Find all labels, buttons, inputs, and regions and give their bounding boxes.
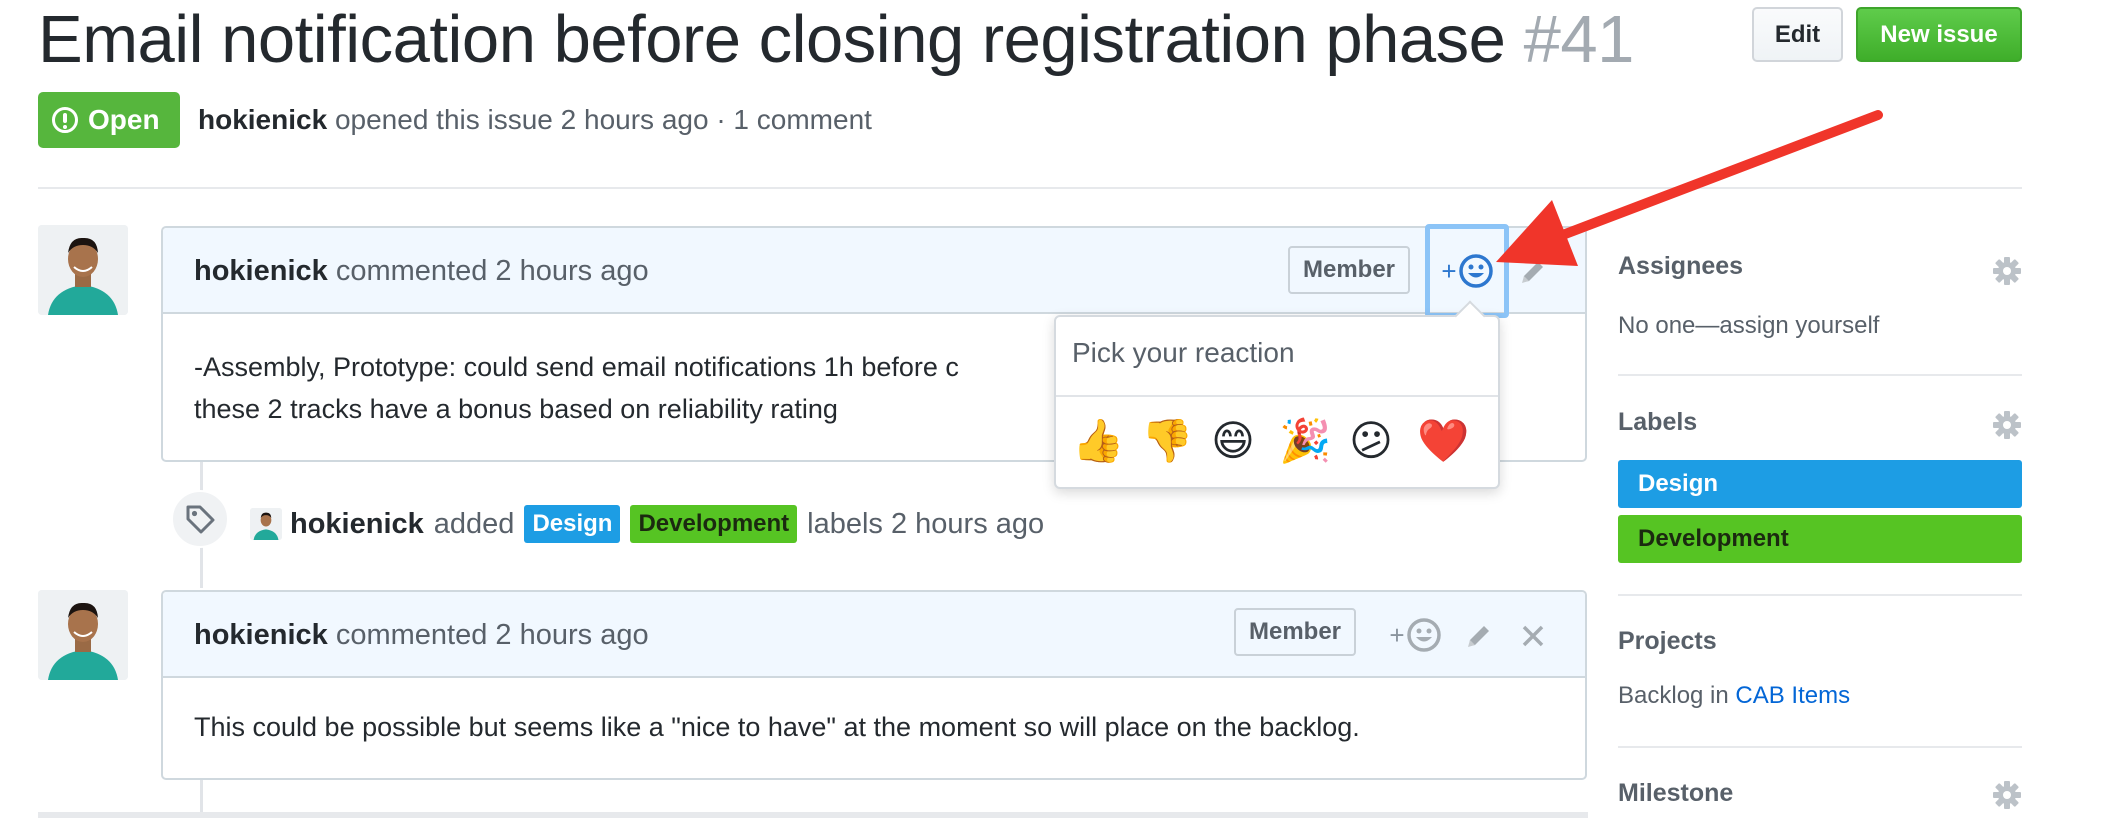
comment-author-link[interactable]: hokienick xyxy=(194,255,328,287)
comment-time[interactable]: commented 2 hours ago xyxy=(336,255,649,287)
new-issue-button[interactable]: New issue xyxy=(1856,7,2022,62)
projects-value: Backlog in CAB Items xyxy=(1618,682,1850,710)
popover-divider xyxy=(1056,395,1498,397)
assignees-heading[interactable]: Assignees xyxy=(1618,252,1743,281)
confused-reaction[interactable]: 😕 xyxy=(1348,413,1394,469)
sidebar-divider xyxy=(1618,594,2022,596)
sidebar-divider xyxy=(1618,374,2022,376)
labels-heading[interactable]: Labels xyxy=(1618,408,1697,437)
issue-title-text: Email notification before closing regist… xyxy=(38,2,1506,77)
comment-author-link[interactable]: hokienick xyxy=(194,619,328,651)
issue-number: #41 xyxy=(1523,2,1635,77)
smiley-icon xyxy=(1406,618,1441,652)
edit-button[interactable]: Edit xyxy=(1752,7,1843,62)
project-link[interactable]: CAB Items xyxy=(1735,682,1850,709)
hooray-reaction[interactable]: 🎉 xyxy=(1279,413,1331,469)
comment-author: hokienick commented 2 hours ago xyxy=(194,252,649,290)
sidebar-divider xyxy=(1618,746,2022,748)
comment-header: hokienick commented 2 hours ago Member + xyxy=(163,592,1585,678)
label-development[interactable]: Development xyxy=(630,505,798,543)
thumbs-up-reaction[interactable]: 👍 xyxy=(1072,413,1124,469)
issue-author-link[interactable]: hokienick xyxy=(198,104,327,135)
plus-sign: + xyxy=(1389,619,1405,650)
pencil-icon[interactable] xyxy=(1463,620,1495,652)
event-author-link[interactable]: hokienick xyxy=(290,504,424,544)
event-verb: added xyxy=(433,508,515,540)
plus-sign: + xyxy=(1441,255,1457,286)
reaction-popover: Pick your reaction 👍 👎 😄 🎉 😕 ❤️ xyxy=(1054,300,1500,489)
comment-author: hokienick commented 2 hours ago xyxy=(194,616,649,654)
event-suffix[interactable]: labels 2 hours ago xyxy=(807,504,1044,544)
avatar[interactable] xyxy=(38,590,128,680)
event-avatar[interactable] xyxy=(250,508,282,540)
heart-reaction[interactable]: ❤️ xyxy=(1417,413,1469,469)
close-icon[interactable] xyxy=(1519,622,1547,650)
avatar[interactable] xyxy=(38,225,128,315)
status-badge: Open xyxy=(38,92,180,148)
reaction-popover-title: Pick your reaction xyxy=(1072,337,1295,368)
projects-prefix: Backlog in xyxy=(1618,682,1729,709)
comment-text: -Assembly, Prototype: could send email n… xyxy=(194,352,959,382)
sidebar-label-development[interactable]: Development xyxy=(1618,515,2022,563)
comment-body: This could be possible but seems like a … xyxy=(194,712,1360,742)
assignees-value[interactable]: No one—assign yourself xyxy=(1618,312,1879,340)
milestone-heading[interactable]: Milestone xyxy=(1618,779,1733,808)
comment-time[interactable]: commented 2 hours ago xyxy=(336,619,649,651)
projects-heading: Projects xyxy=(1618,627,1717,655)
member-badge: Member xyxy=(1234,608,1356,656)
issue-opened-icon xyxy=(52,107,78,133)
member-badge: Member xyxy=(1288,246,1410,294)
thumbs-down-reaction[interactable]: 👎 xyxy=(1141,413,1193,469)
label-event: hokienick added Design Development label… xyxy=(290,504,1044,544)
add-reaction-button[interactable]: + xyxy=(1373,588,1457,682)
smiley-icon xyxy=(1458,254,1493,288)
gear-icon[interactable] xyxy=(1992,410,2022,440)
emoji-row: 👍 👎 😄 🎉 😕 ❤️ xyxy=(1072,413,1469,469)
issue-meta-text: opened this issue 2 hours ago · 1 commen… xyxy=(334,104,872,135)
header-divider xyxy=(38,187,2022,189)
gear-icon[interactable] xyxy=(1992,256,2022,286)
sidebar-label-design[interactable]: Design xyxy=(1618,460,2022,508)
comment-header: hokienick commented 2 hours ago Member + xyxy=(163,224,1585,318)
pencil-icon[interactable] xyxy=(1517,256,1549,288)
laugh-reaction[interactable]: 😄 xyxy=(1210,413,1256,469)
tag-event-badge xyxy=(171,490,229,548)
gear-icon[interactable] xyxy=(1992,780,2022,810)
status-label: Open xyxy=(88,104,160,135)
issue-title: Email notification before closing regist… xyxy=(38,2,1634,78)
tag-icon xyxy=(186,505,215,534)
issue-meta: hokienick opened this issue 2 hours ago … xyxy=(198,100,872,140)
comment-box: hokienick commented 2 hours ago Member +… xyxy=(161,590,1587,780)
bottom-divider xyxy=(38,812,1588,818)
label-design[interactable]: Design xyxy=(524,505,621,543)
